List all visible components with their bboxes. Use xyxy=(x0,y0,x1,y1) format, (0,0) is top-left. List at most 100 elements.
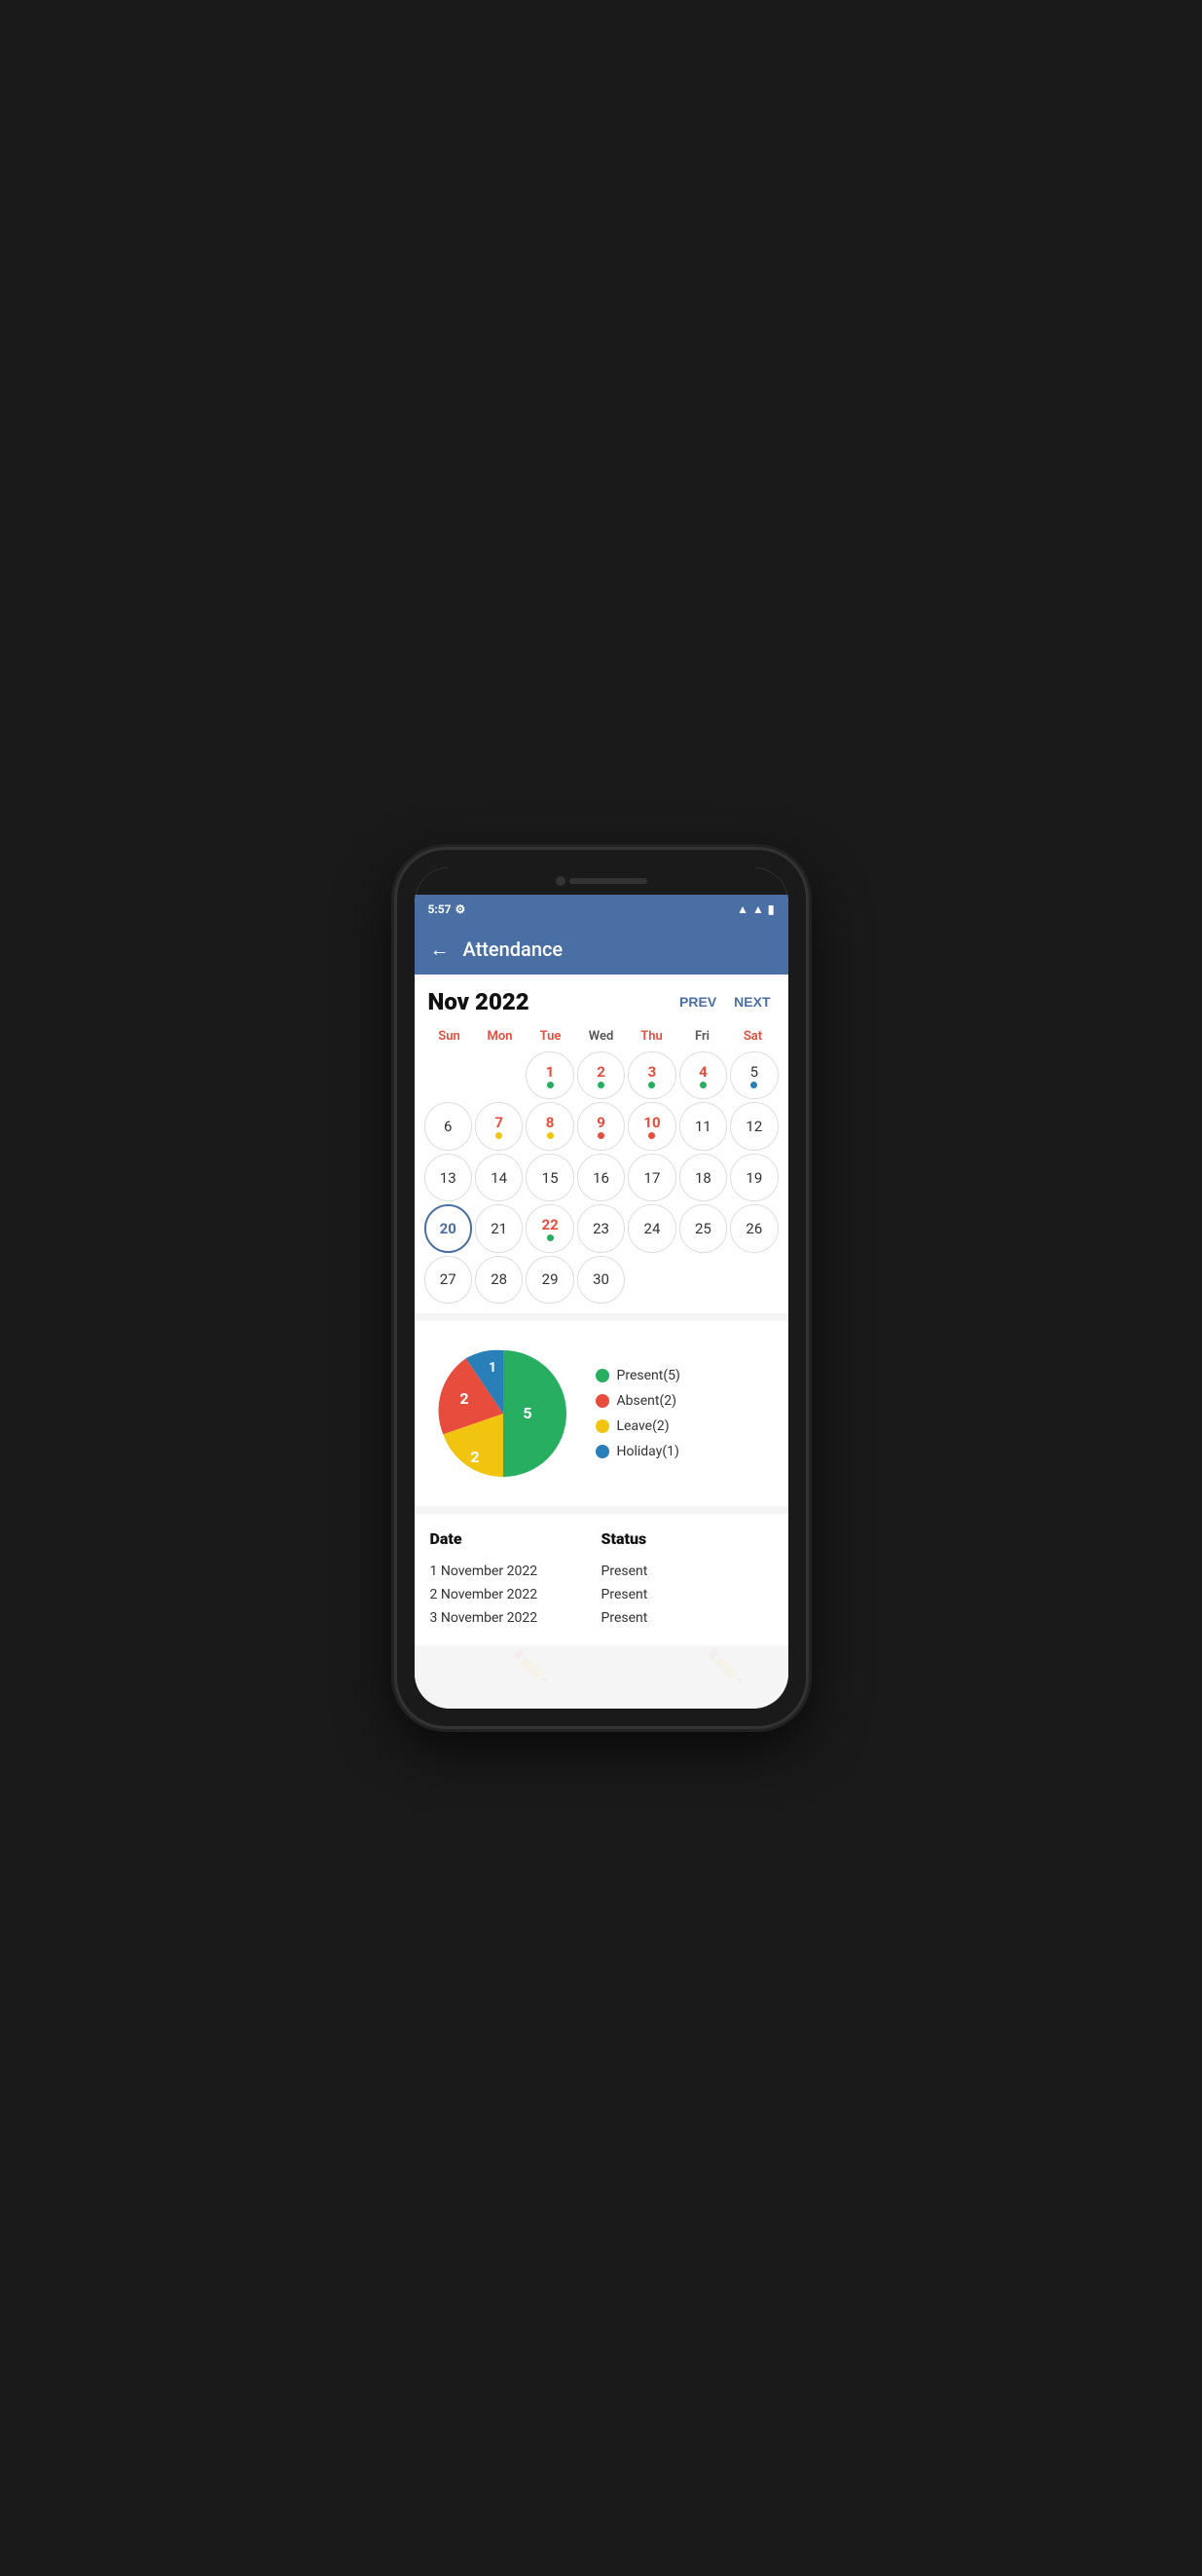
app-header: ← Attendance xyxy=(415,924,788,975)
day-header-sat: Sat xyxy=(728,1027,779,1046)
calendar-day-17[interactable]: 17 xyxy=(628,1154,675,1201)
list-date: 1 November 2022 xyxy=(430,1564,601,1579)
header-title: Attendance xyxy=(463,938,564,961)
attendance-dot xyxy=(750,1082,757,1088)
calendar-day-6[interactable]: 6 xyxy=(424,1102,472,1150)
pie-chart: 5 2 2 1 xyxy=(430,1341,576,1487)
calendar-day-30[interactable]: 30 xyxy=(577,1256,625,1304)
day-number: 11 xyxy=(695,1118,711,1135)
calendar-grid: 1234567891011121314151617181920212223242… xyxy=(424,1051,779,1304)
phone-frame: 5:57 ⚙ ▲ ▲ ▮ ← Attendance Nov 2022 PREV xyxy=(397,850,806,1726)
calendar-day-18[interactable]: 18 xyxy=(679,1154,727,1201)
calendar-day-2[interactable]: 2 xyxy=(577,1051,625,1099)
attendance-list: Date Status 1 November 2022Present 2 Nove… xyxy=(415,1514,788,1645)
camera-icon xyxy=(556,876,565,886)
svg-text:1: 1 xyxy=(488,1360,495,1376)
date-column-header: Date xyxy=(430,1529,601,1548)
calendar-day-16[interactable]: 16 xyxy=(577,1154,625,1201)
day-number: 30 xyxy=(593,1270,609,1288)
day-number: 24 xyxy=(644,1220,661,1237)
list-item: 3 November 2022Present xyxy=(430,1606,773,1630)
day-number: 14 xyxy=(491,1169,507,1187)
attendance-dot xyxy=(495,1132,502,1139)
battery-icon: ▮ xyxy=(768,902,775,916)
calendar-header: Nov 2022 PREV NEXT xyxy=(424,988,779,1027)
calendar-day-21[interactable]: 21 xyxy=(475,1204,523,1252)
calendar-day-11[interactable]: 11 xyxy=(679,1102,727,1150)
stats-section: 5 2 2 1 Present(5) Absent(2) xyxy=(415,1321,788,1506)
time-display: 5:57 xyxy=(428,902,452,916)
calendar-day-15[interactable]: 15 xyxy=(526,1154,573,1201)
day-number: 21 xyxy=(491,1220,507,1237)
day-header-thu: Thu xyxy=(627,1027,677,1046)
calendar-empty xyxy=(475,1051,523,1099)
day-number: 25 xyxy=(695,1220,711,1237)
day-number: 12 xyxy=(746,1118,762,1135)
status-left: 5:57 ⚙ xyxy=(428,902,466,916)
calendar-day-23[interactable]: 23 xyxy=(577,1204,625,1252)
svg-text:2: 2 xyxy=(470,1448,479,1466)
settings-icon: ⚙ xyxy=(455,902,466,916)
calendar-day-22[interactable]: 22 xyxy=(526,1204,573,1252)
calendar-day-10[interactable]: 10 xyxy=(628,1102,675,1150)
calendar-day-13[interactable]: 13 xyxy=(424,1154,472,1201)
day-number: 6 xyxy=(444,1118,452,1135)
svg-text:5: 5 xyxy=(523,1404,531,1422)
prev-button[interactable]: PREV xyxy=(675,992,720,1012)
calendar-day-8[interactable]: 8 xyxy=(526,1102,573,1150)
present-label: Present(5) xyxy=(617,1368,680,1383)
calendar-day-28[interactable]: 28 xyxy=(475,1256,523,1304)
day-number: 18 xyxy=(695,1169,711,1187)
leave-label: Leave(2) xyxy=(617,1418,670,1434)
calendar-day-14[interactable]: 14 xyxy=(475,1154,523,1201)
phone-screen: 5:57 ⚙ ▲ ▲ ▮ ← Attendance Nov 2022 PREV xyxy=(415,867,788,1709)
calendar-day-1[interactable]: 1 xyxy=(526,1051,573,1099)
list-item: 2 November 2022Present xyxy=(430,1583,773,1606)
day-headers: Sun Mon Tue Wed Thu Fri Sat xyxy=(424,1027,779,1046)
calendar-day-24[interactable]: 24 xyxy=(628,1204,675,1252)
calendar-day-4[interactable]: 4 xyxy=(679,1051,727,1099)
day-number: 28 xyxy=(491,1270,507,1288)
calendar-day-5[interactable]: 5 xyxy=(730,1051,778,1099)
legend-absent: Absent(2) xyxy=(596,1393,773,1409)
list-date: 3 November 2022 xyxy=(430,1610,601,1626)
calendar-day-12[interactable]: 12 xyxy=(730,1102,778,1150)
calendar-empty xyxy=(424,1051,472,1099)
svg-text:2: 2 xyxy=(459,1389,468,1408)
calendar-day-25[interactable]: 25 xyxy=(679,1204,727,1252)
calendar-day-20[interactable]: 20 xyxy=(424,1204,472,1252)
calendar-day-9[interactable]: 9 xyxy=(577,1102,625,1150)
calendar-day-7[interactable]: 7 xyxy=(475,1102,523,1150)
day-header-mon: Mon xyxy=(475,1027,526,1046)
signal-icon: ▲ xyxy=(752,902,764,916)
content-area: Nov 2022 PREV NEXT Sun Mon Tue Wed Thu F… xyxy=(415,975,788,1709)
legend-holiday: Holiday(1) xyxy=(596,1444,773,1459)
back-button[interactable]: ← xyxy=(430,938,450,962)
day-header-sun: Sun xyxy=(424,1027,475,1046)
day-number: 22 xyxy=(541,1216,558,1233)
day-header-fri: Fri xyxy=(677,1027,728,1046)
day-number: 8 xyxy=(546,1114,555,1131)
speaker-bar xyxy=(569,878,647,884)
list-status: Present xyxy=(601,1564,773,1579)
status-column-header: Status xyxy=(601,1529,773,1548)
day-number: 19 xyxy=(746,1169,762,1187)
day-number: 26 xyxy=(746,1220,762,1237)
calendar-day-26[interactable]: 26 xyxy=(730,1204,778,1252)
day-number: 4 xyxy=(699,1063,708,1081)
day-number: 9 xyxy=(597,1114,605,1131)
nav-buttons: PREV NEXT xyxy=(675,992,774,1012)
status-right: ▲ ▲ ▮ xyxy=(737,902,774,916)
day-number: 16 xyxy=(593,1169,609,1187)
holiday-dot xyxy=(596,1445,609,1458)
day-number: 20 xyxy=(440,1220,456,1237)
calendar-day-3[interactable]: 3 xyxy=(628,1051,675,1099)
attendance-dot xyxy=(547,1132,554,1139)
calendar-day-27[interactable]: 27 xyxy=(424,1256,472,1304)
calendar-day-19[interactable]: 19 xyxy=(730,1154,778,1201)
calendar-day-29[interactable]: 29 xyxy=(526,1256,573,1304)
list-headers: Date Status xyxy=(430,1529,773,1548)
next-button[interactable]: NEXT xyxy=(730,992,774,1012)
wifi-icon: ▲ xyxy=(737,902,748,916)
month-title: Nov 2022 xyxy=(428,988,529,1015)
